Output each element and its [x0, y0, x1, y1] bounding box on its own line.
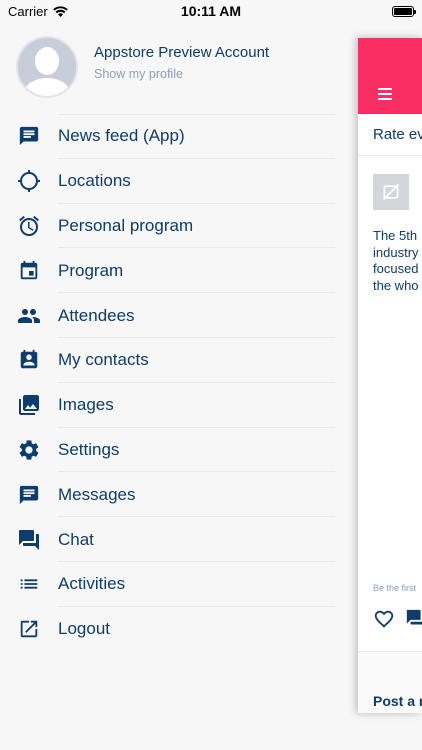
- menu-item-label: Chat: [58, 529, 94, 549]
- menu-item-settings[interactable]: Settings: [0, 428, 345, 473]
- menu-item-program[interactable]: Program: [0, 248, 345, 293]
- feed-post-text: The 5th industry focused the who: [373, 228, 419, 294]
- alarm-clock-icon: [0, 214, 58, 238]
- menu-item-messages[interactable]: Messages: [0, 472, 345, 517]
- menu-item-locations[interactable]: Locations: [0, 159, 345, 204]
- menu-item-label: Messages: [58, 484, 136, 504]
- image-placeholder-icon: [373, 174, 409, 210]
- menu-item-news-feed[interactable]: News feed (App): [0, 114, 345, 159]
- menu-item-my-contacts[interactable]: My contacts: [0, 338, 345, 383]
- show-profile-link[interactable]: Show my profile: [94, 67, 269, 81]
- menu-item-chat[interactable]: Chat: [0, 517, 345, 562]
- menu-item-attendees[interactable]: Attendees: [0, 293, 345, 338]
- navigation-drawer: Appstore Preview Account Show my profile…: [0, 22, 345, 750]
- menu-item-label: Logout: [58, 619, 110, 639]
- menu-item-label: Activities: [58, 574, 126, 594]
- feed-line: The 5th: [373, 228, 418, 243]
- battery-icon: [392, 5, 416, 17]
- news-feed-icon: [0, 125, 58, 147]
- menu-item-label: Images: [58, 395, 114, 415]
- images-icon: [0, 393, 58, 417]
- hamburger-menu-icon[interactable]: [378, 88, 392, 103]
- post-message-bar[interactable]: Post a m: [358, 652, 422, 713]
- crosshair-icon: [0, 169, 58, 193]
- profile-name: Appstore Preview Account: [94, 43, 270, 61]
- feed-line: the who: [373, 277, 419, 293]
- menu-item-label: Program: [58, 260, 124, 280]
- comment-icon[interactable]: [405, 608, 422, 630]
- drawer-menu: News feed (App) Locations Personal progr…: [0, 114, 345, 652]
- menu-item-logout[interactable]: Logout: [0, 607, 345, 652]
- message-icon: [0, 484, 58, 506]
- menu-item-label: Personal program: [58, 215, 194, 235]
- feed-post: The 5th industry focused the who Be the …: [358, 156, 422, 652]
- menu-item-label: My contacts: [58, 350, 149, 370]
- menu-item-personal-program[interactable]: Personal program: [0, 204, 345, 249]
- background-app-card[interactable]: Rate ev The 5th industry focused the who…: [358, 38, 422, 713]
- be-first-text: Be the first: [373, 583, 417, 593]
- menu-item-activities[interactable]: Activities: [0, 562, 345, 607]
- chat-icon: [0, 528, 58, 552]
- calendar-icon: [0, 260, 58, 282]
- menu-item-label: Settings: [58, 439, 120, 459]
- feed-actions: [373, 608, 422, 630]
- carrier-label: Carrier: [8, 3, 48, 19]
- wifi-icon: [52, 5, 68, 17]
- people-icon: [0, 304, 58, 328]
- menu-item-label: News feed (App): [58, 126, 185, 146]
- menu-item-label: Locations: [58, 171, 131, 191]
- contact-card-icon: [0, 349, 58, 371]
- profile-header[interactable]: Appstore Preview Account Show my profile: [16, 36, 269, 98]
- status-bar: Carrier 10:11 AM: [0, 0, 422, 22]
- post-message-label: Post a m: [373, 693, 422, 709]
- feed-line: industry: [373, 244, 419, 260]
- rate-event-row[interactable]: Rate ev: [358, 114, 422, 156]
- gear-icon: [0, 438, 58, 462]
- logout-icon: [0, 618, 58, 640]
- feed-line: focused: [373, 261, 419, 276]
- menu-item-images[interactable]: Images: [0, 383, 345, 428]
- menu-item-label: Attendees: [58, 305, 135, 325]
- app-header: [358, 38, 422, 114]
- heart-icon[interactable]: [373, 608, 395, 630]
- list-icon: [0, 573, 58, 595]
- avatar: [16, 36, 78, 98]
